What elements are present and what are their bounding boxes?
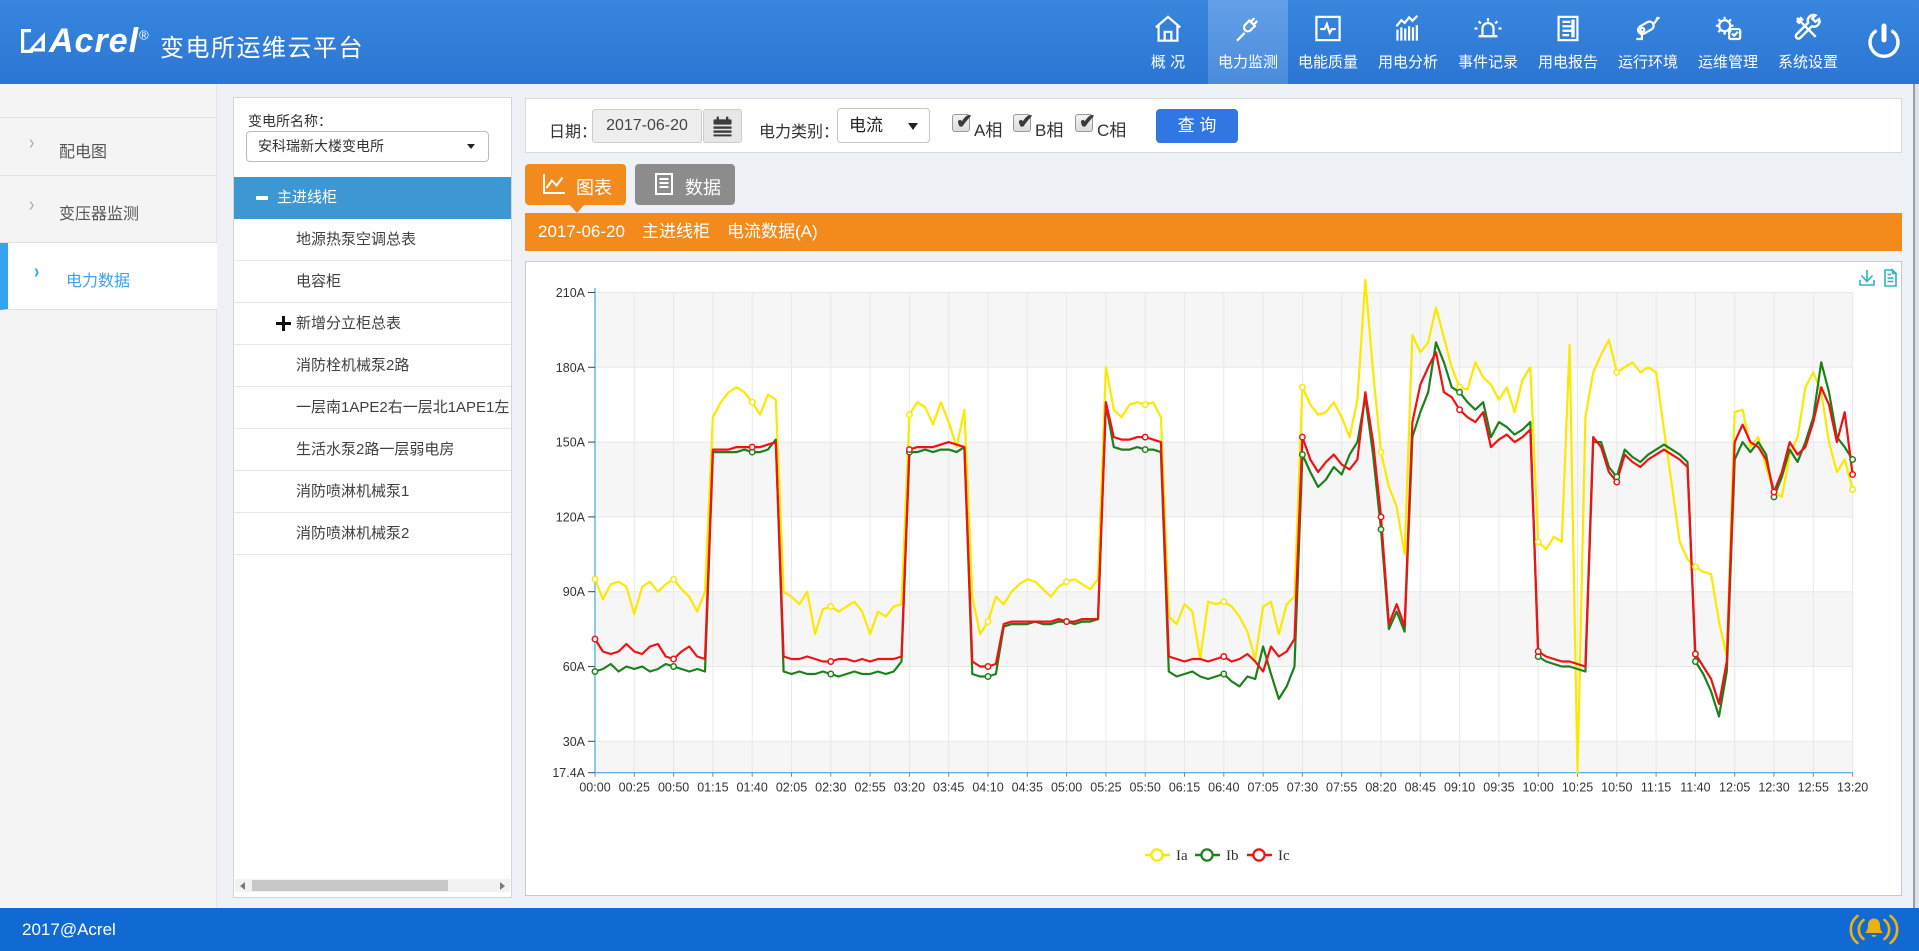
svg-text:120A: 120A (556, 510, 586, 524)
svg-text:Ib: Ib (1226, 848, 1239, 864)
svg-text:07:30: 07:30 (1287, 781, 1318, 795)
svg-text:04:10: 04:10 (972, 781, 1003, 795)
svg-text:09:10: 09:10 (1444, 781, 1475, 795)
svg-text:180A: 180A (556, 361, 586, 375)
svg-text:17.4A: 17.4A (552, 766, 585, 780)
svg-text:150A: 150A (556, 436, 586, 450)
svg-text:01:40: 01:40 (737, 781, 768, 795)
svg-text:30A: 30A (563, 735, 586, 749)
svg-text:00:25: 00:25 (619, 781, 650, 795)
svg-text:12:30: 12:30 (1758, 781, 1789, 795)
svg-text:09:35: 09:35 (1483, 781, 1514, 795)
svg-text:02:30: 02:30 (815, 781, 846, 795)
svg-text:08:45: 08:45 (1405, 781, 1436, 795)
svg-text:02:05: 02:05 (776, 781, 807, 795)
svg-text:07:05: 07:05 (1247, 781, 1278, 795)
svg-text:Ic: Ic (1278, 848, 1290, 864)
svg-text:13:20: 13:20 (1837, 781, 1868, 795)
svg-text:05:00: 05:00 (1051, 781, 1082, 795)
svg-text:210A: 210A (556, 286, 586, 300)
svg-text:11:15: 11:15 (1641, 781, 1671, 795)
svg-text:01:15: 01:15 (697, 781, 728, 795)
svg-text:12:55: 12:55 (1798, 781, 1829, 795)
svg-text:03:20: 03:20 (894, 781, 925, 795)
svg-text:05:50: 05:50 (1130, 781, 1161, 795)
svg-text:00:00: 00:00 (579, 781, 610, 795)
svg-text:05:25: 05:25 (1090, 781, 1121, 795)
svg-text:07:55: 07:55 (1326, 781, 1357, 795)
svg-text:04:35: 04:35 (1012, 781, 1043, 795)
svg-text:12:05: 12:05 (1719, 781, 1750, 795)
svg-text:02:55: 02:55 (854, 781, 885, 795)
svg-text:06:40: 06:40 (1208, 781, 1239, 795)
svg-text:03:45: 03:45 (933, 781, 964, 795)
svg-text:10:25: 10:25 (1562, 781, 1593, 795)
svg-text:00:50: 00:50 (658, 781, 689, 795)
svg-text:10:50: 10:50 (1601, 781, 1632, 795)
svg-text:10:00: 10:00 (1523, 781, 1554, 795)
svg-text:Ia: Ia (1176, 848, 1188, 864)
svg-text:08:20: 08:20 (1365, 781, 1396, 795)
svg-text:06:15: 06:15 (1169, 781, 1200, 795)
svg-text:11:40: 11:40 (1680, 781, 1710, 795)
svg-text:90A: 90A (563, 585, 586, 599)
svg-text:60A: 60A (563, 660, 586, 674)
